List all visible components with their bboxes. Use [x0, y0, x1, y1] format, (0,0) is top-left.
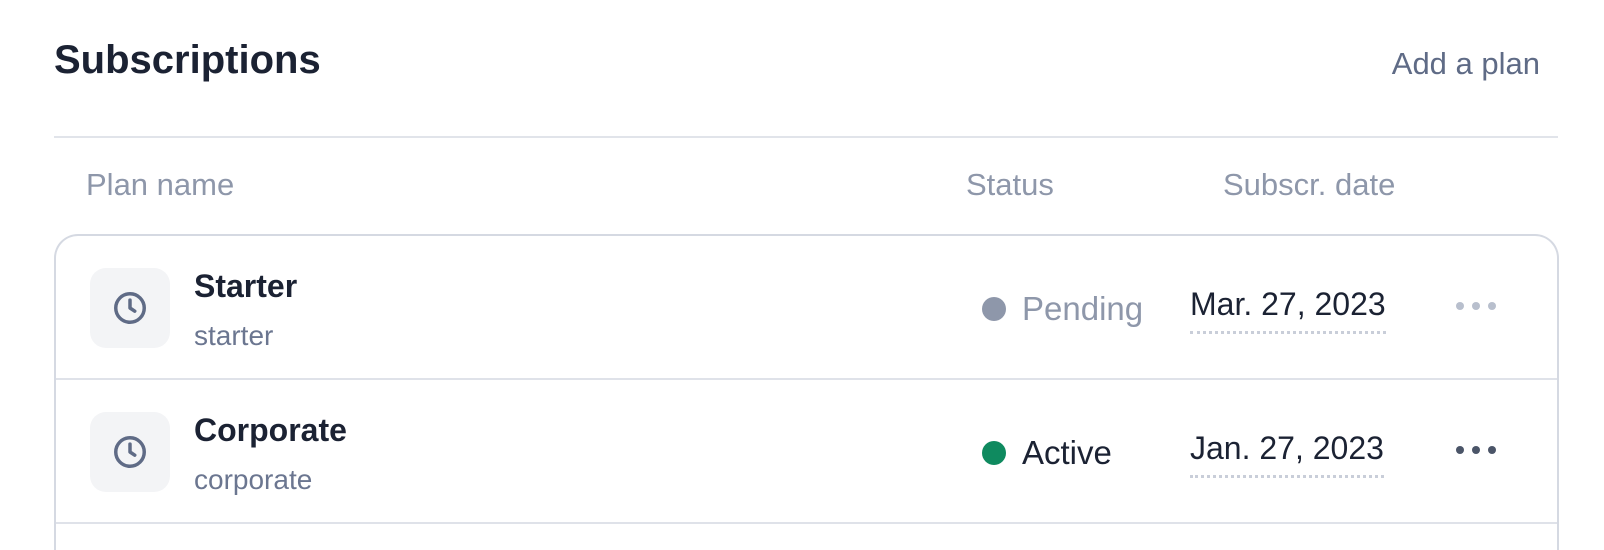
more-options-button[interactable]	[1456, 294, 1496, 318]
subscription-date[interactable]: Mar. 27, 2023	[1190, 286, 1386, 334]
status-dot-active	[982, 441, 1006, 465]
status-label: Active	[1022, 434, 1112, 471]
subscriptions-panel: Subscriptions Add a plan Plan name Statu…	[0, 0, 1604, 550]
column-header-plan-name: Plan name	[86, 167, 235, 202]
status-label: Pending	[1022, 290, 1144, 327]
clock-icon	[114, 292, 146, 324]
plan-name: Starter	[194, 268, 298, 304]
page-title: Subscriptions	[54, 38, 321, 82]
add-plan-link[interactable]: Add a plan	[1392, 46, 1540, 82]
plan-slug: starter	[194, 320, 274, 351]
plan-icon-container	[90, 268, 170, 348]
header-divider	[54, 136, 1558, 138]
table-row[interactable]: Starter starter Pending Mar. 27, 2023	[56, 236, 1557, 380]
column-header-subscription-date: Subscr. date	[1223, 167, 1396, 202]
more-options-icon	[1456, 302, 1464, 310]
more-options-button[interactable]	[1456, 438, 1496, 462]
subscriptions-table: Starter starter Pending Mar. 27, 2023 Co…	[54, 234, 1559, 550]
table-row[interactable]: Corporate corporate Active Jan. 27, 2023	[56, 380, 1557, 524]
status-dot-pending	[982, 297, 1006, 321]
plan-slug: corporate	[194, 464, 313, 495]
clock-icon	[114, 436, 146, 468]
more-options-icon	[1456, 446, 1464, 454]
status-badge: Pending	[982, 290, 1143, 328]
subscription-date[interactable]: Jan. 27, 2023	[1190, 430, 1384, 478]
column-header-status: Status	[966, 167, 1054, 202]
plan-icon-container	[90, 412, 170, 492]
status-badge: Active	[982, 434, 1112, 472]
plan-name: Corporate	[194, 412, 347, 448]
